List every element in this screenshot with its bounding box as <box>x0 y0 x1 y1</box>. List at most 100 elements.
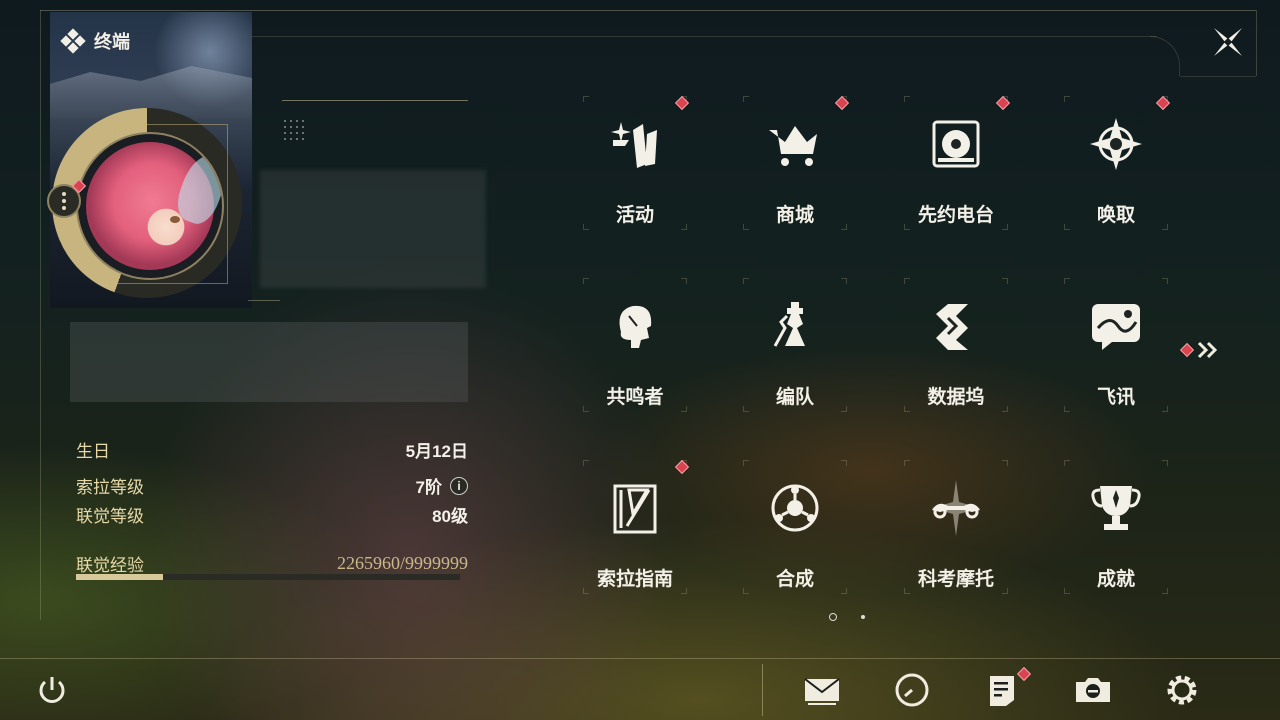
info-icon[interactable]: i <box>450 476 468 495</box>
menu-tile-1[interactable]: 活动 <box>555 95 715 278</box>
tile-corner <box>1162 278 1168 284</box>
radio-icon <box>932 120 980 168</box>
clock-button[interactable] <box>892 670 932 710</box>
menu-tile-9[interactable]: 索拉指南 <box>555 459 715 642</box>
stat-label: 联觉等级 <box>76 507 144 526</box>
synthesis-icon <box>771 484 819 532</box>
mail-button[interactable] <box>802 670 842 710</box>
menu-tile-label: 合成 <box>775 569 814 590</box>
blurred-player-name <box>260 170 486 288</box>
resonator-head-icon <box>619 305 652 348</box>
power-button[interactable] <box>32 670 72 710</box>
exp-progress-fill <box>76 574 163 580</box>
settings-gear-icon <box>1167 675 1197 705</box>
bottom-bar-separator <box>762 664 763 716</box>
tile-corner <box>904 96 910 102</box>
menu-tile-label: 科考摩托 <box>917 569 994 590</box>
tile-corner <box>1064 460 1070 466</box>
next-page-badge <box>1179 342 1195 358</box>
frame-right-line <box>1180 76 1256 77</box>
double-chevron-right-icon <box>1197 341 1218 359</box>
summon-compass-icon <box>1090 118 1142 170</box>
notice-icon <box>990 676 1014 706</box>
stat-value: 80级 <box>432 507 468 526</box>
menu-tile-label: 编队 <box>775 387 814 408</box>
stat-value: 5月12日 <box>405 442 468 461</box>
tile-corner <box>1064 278 1070 284</box>
page-indicator[interactable] <box>861 615 865 619</box>
menu-tile-10[interactable]: 合成 <box>715 460 875 642</box>
page-indicator-active[interactable] <box>829 613 837 621</box>
bottom-bar-line <box>0 658 1280 659</box>
tile-corner <box>1162 460 1168 466</box>
terminal-diamond-icon <box>60 28 86 54</box>
stat-label: 索拉等级 <box>76 478 144 497</box>
exp-progress-bar <box>76 574 460 580</box>
tile-corner <box>1002 278 1008 284</box>
menu-tile-3[interactable]: 先约电台 <box>876 95 1036 278</box>
menu-tile-4[interactable]: 唤取 <box>1036 95 1196 278</box>
menu-tile-label: 共鸣者 <box>606 387 664 408</box>
camera-button[interactable] <box>1073 670 1113 710</box>
menu-tile-label: 成就 <box>1096 569 1135 590</box>
data-dock-icon <box>936 304 968 350</box>
menu-tile-6[interactable]: 编队 <box>715 278 875 460</box>
menu-tile-2[interactable]: 商城 <box>715 95 875 278</box>
tile-corner <box>904 460 910 466</box>
tile-corner <box>1064 96 1070 102</box>
divider-line <box>282 100 468 101</box>
activity-icon <box>611 122 657 168</box>
tile-corner <box>1002 460 1008 466</box>
tile-corner <box>583 460 589 466</box>
motorcycle-icon <box>932 480 980 536</box>
menu-tile-label: 唤取 <box>1096 205 1135 226</box>
frame-left-line <box>40 10 41 620</box>
stat-sol-level: 索拉等级 7阶 i <box>76 473 468 498</box>
stat-label: 生日 <box>76 442 110 461</box>
next-page-button[interactable] <box>1179 340 1220 360</box>
avatar[interactable] <box>76 132 224 280</box>
settings-button[interactable] <box>1162 670 1202 710</box>
stat-label: 联觉经验 <box>76 556 144 575</box>
divider-line-short <box>248 300 280 301</box>
menu-tile-7[interactable]: 数据坞 <box>876 278 1036 460</box>
tile-corner <box>681 278 687 284</box>
frame-right-edge <box>1256 10 1257 76</box>
menu-tile-label: 飞讯 <box>1096 387 1135 408</box>
trophy-icon <box>1091 486 1141 530</box>
shop-cart-icon <box>769 126 817 166</box>
frame-top-line <box>40 10 1256 11</box>
tile-corner <box>743 278 749 284</box>
blurred-signature <box>70 322 468 402</box>
menu-tile-8[interactable]: 飞讯 <box>1036 278 1196 460</box>
stat-union-exp: 联觉经验 2265960/9999999 <box>76 551 468 576</box>
tile-corner <box>583 96 589 102</box>
terminal-header: 终端 <box>60 28 130 54</box>
menu-tile-12[interactable]: 成就 <box>1036 460 1196 642</box>
exp-value: 2265960/9999999 <box>336 553 468 573</box>
camera-icon <box>1076 678 1110 702</box>
menu-tile-label: 商城 <box>775 205 814 226</box>
notice-button[interactable] <box>982 670 1022 710</box>
team-chess-icon <box>773 302 805 347</box>
menu-tile-5[interactable]: 共鸣者 <box>555 278 715 460</box>
frame-inner-line <box>252 36 1157 37</box>
tile-corner <box>904 278 910 284</box>
menu-tile-label: 索拉指南 <box>596 569 673 590</box>
mail-icon <box>804 678 840 705</box>
frame-curve <box>1150 36 1180 76</box>
menu-tile-11[interactable]: 科考摩托 <box>876 460 1036 642</box>
close-button[interactable] <box>1208 22 1248 62</box>
stat-value-wrap: 7阶 i <box>416 473 468 498</box>
tile-corner <box>841 278 847 284</box>
menu-tile-label: 先约电台 <box>917 205 994 226</box>
power-icon <box>39 677 65 703</box>
stat-value: 7阶 <box>415 478 442 497</box>
tile-corner <box>841 460 847 466</box>
clock-icon <box>895 673 929 707</box>
page-title: 终端 <box>94 32 130 52</box>
decorative-dots <box>282 118 308 144</box>
tile-corner <box>743 96 749 102</box>
stat-birthday: 生日 5月12日 <box>76 437 468 462</box>
guide-book-icon <box>613 484 657 534</box>
